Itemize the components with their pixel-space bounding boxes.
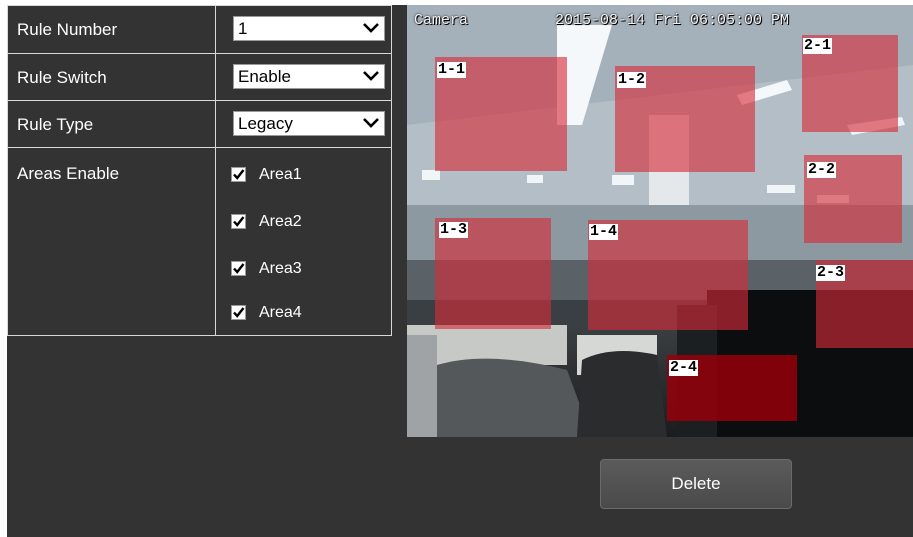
rule-type-label: Rule Type bbox=[17, 115, 94, 134]
zone-label-1-1: 1-1 bbox=[437, 61, 467, 78]
checkbox-checked-icon[interactable] bbox=[231, 214, 246, 229]
zone-label-2-4: 2-4 bbox=[669, 359, 699, 376]
area1-label: Area1 bbox=[259, 166, 302, 183]
checkbox-checked-icon[interactable] bbox=[231, 167, 246, 182]
area3-label: Area3 bbox=[259, 260, 302, 277]
rule-number-label: Rule Number bbox=[17, 20, 118, 39]
chevron-down-icon bbox=[363, 71, 379, 81]
chevron-down-icon bbox=[363, 118, 379, 128]
delete-button[interactable]: Delete bbox=[600, 459, 792, 509]
zone-label-2-2: 2-2 bbox=[807, 161, 837, 178]
areas-enable-row: Areas Enable Area1 Area2 Area3 Area4 bbox=[8, 148, 391, 335]
rule-number-select[interactable]: 1 bbox=[233, 16, 385, 41]
rule-settings-table: Rule Number 1 Rule Switch Enable Rule Ty… bbox=[7, 5, 392, 336]
area1-checkbox[interactable]: Area1 bbox=[231, 165, 351, 187]
chevron-down-icon bbox=[363, 23, 379, 33]
camera-name-overlay: Camera bbox=[414, 12, 469, 29]
rule-switch-row: Rule Switch Enable bbox=[8, 54, 391, 101]
area2-checkbox[interactable]: Area2 bbox=[231, 212, 351, 234]
camera-preview[interactable]: Camera 2015-08-14 Fri 06:05:00 PM 1-1 1-… bbox=[407, 5, 913, 437]
area4-checkbox[interactable]: Area4 bbox=[231, 303, 351, 325]
rule-type-select[interactable]: Legacy bbox=[233, 111, 385, 136]
zone-label-1-3: 1-3 bbox=[439, 221, 469, 238]
zone-label-2-3: 2-3 bbox=[816, 264, 846, 281]
rule-type-value: Legacy bbox=[238, 114, 293, 133]
zone-label-1-4: 1-4 bbox=[589, 223, 619, 240]
rule-switch-select[interactable]: Enable bbox=[233, 64, 385, 89]
rule-switch-label: Rule Switch bbox=[17, 68, 107, 87]
checkbox-checked-icon[interactable] bbox=[231, 261, 246, 276]
area3-checkbox[interactable]: Area3 bbox=[231, 259, 351, 281]
rule-type-row: Rule Type Legacy bbox=[8, 101, 391, 148]
area4-label: Area4 bbox=[259, 304, 302, 321]
zone-label-2-1: 2-1 bbox=[803, 37, 833, 54]
area2-label: Area2 bbox=[259, 213, 302, 230]
zone-label-1-2: 1-2 bbox=[617, 71, 647, 88]
areas-enable-label: Areas Enable bbox=[17, 164, 120, 183]
rule-switch-value: Enable bbox=[238, 67, 291, 86]
checkbox-checked-icon[interactable] bbox=[231, 305, 246, 320]
rule-number-value: 1 bbox=[238, 19, 248, 38]
timestamp-overlay: 2015-08-14 Fri 06:05:00 PM bbox=[555, 12, 790, 29]
rule-number-row: Rule Number 1 bbox=[8, 6, 391, 54]
